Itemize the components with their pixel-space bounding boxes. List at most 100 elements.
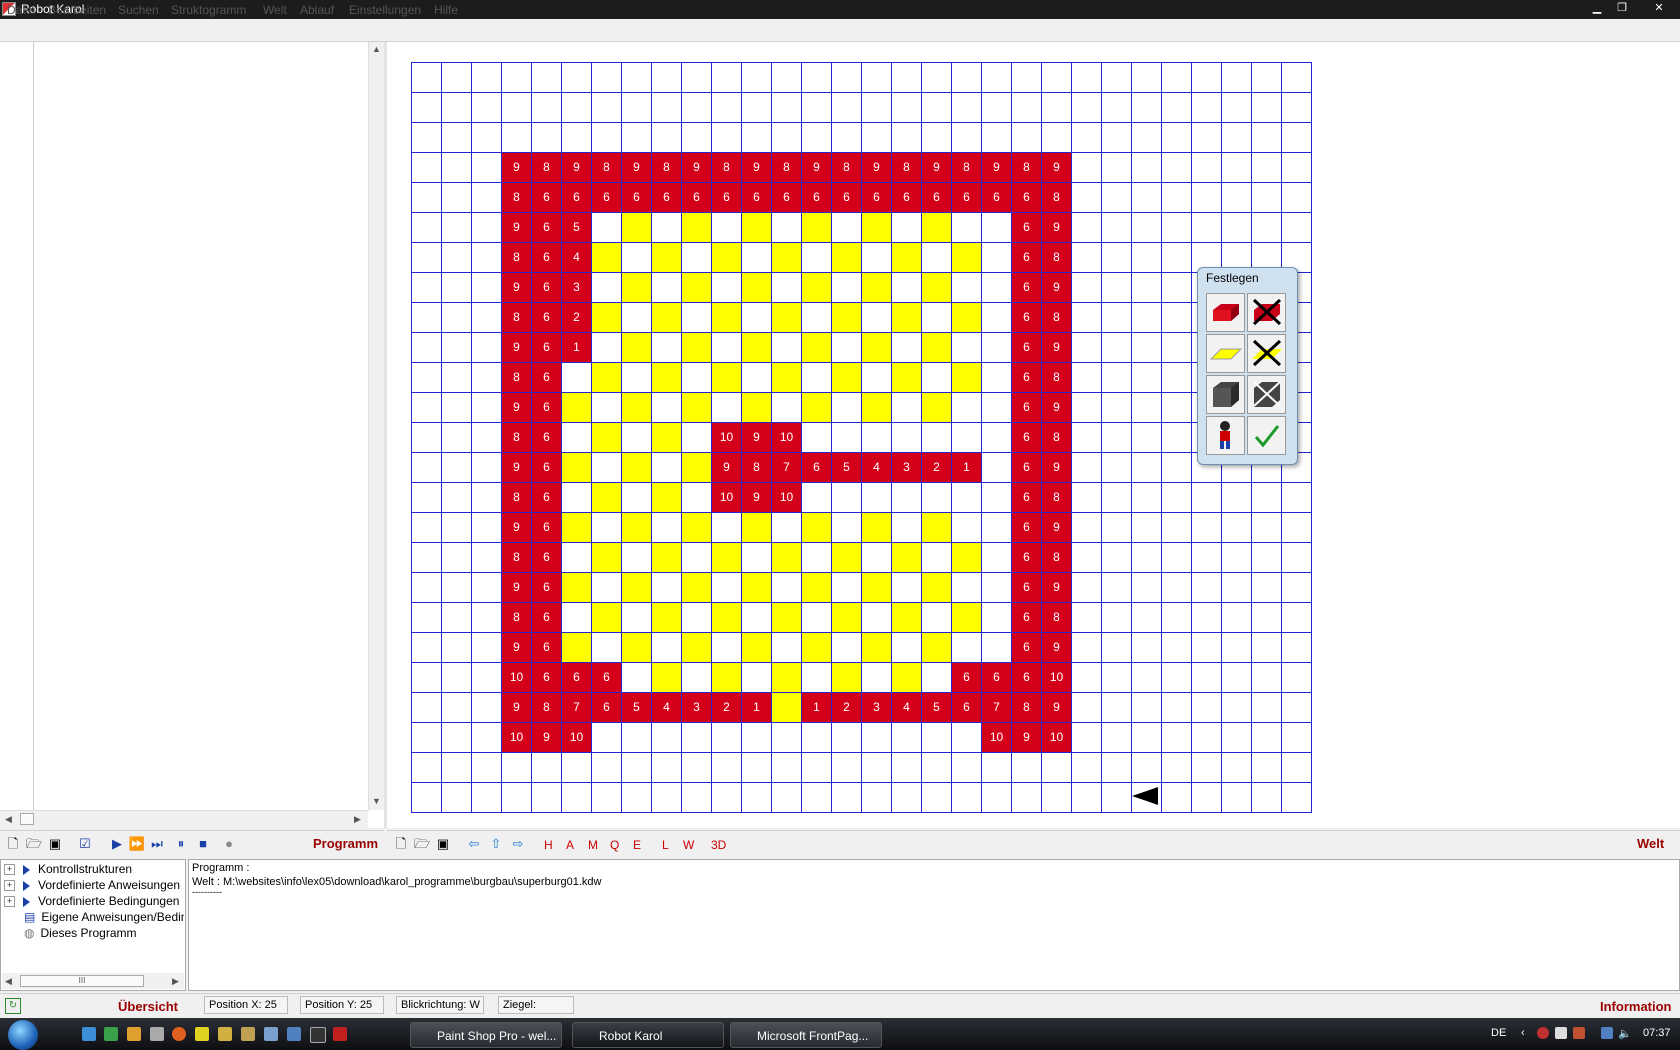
expand-icon[interactable]: + [4, 880, 15, 892]
close-button[interactable]: ✕ [1644, 1, 1674, 15]
expand-icon[interactable]: + [4, 896, 15, 908]
command-q-button[interactable]: Q [610, 838, 619, 852]
robot-icon[interactable] [1206, 416, 1245, 455]
scroll-right-arrow-icon[interactable]: ▶ [354, 814, 361, 825]
network-icon[interactable] [1601, 1027, 1613, 1039]
editor-vertical-scrollbar[interactable]: ▲ ▼ [368, 42, 384, 810]
mark-cell [592, 363, 622, 393]
command-m-button[interactable]: M [588, 838, 598, 852]
scroll-left-arrow-icon[interactable]: ◀ [5, 814, 12, 825]
editor-horizontal-scrollbar[interactable]: ◀ ▶ [0, 810, 368, 828]
grid-cell [1252, 663, 1282, 693]
menu-datei[interactable]: Datei [7, 3, 35, 17]
quicklaunch-doc-icon[interactable] [264, 1027, 278, 1041]
tree-item-kontrollstrukturen[interactable]: + Kontrollstrukturen [4, 862, 132, 878]
minimize-button[interactable]: ▁ [1585, 1, 1609, 15]
grid-cell [712, 273, 742, 303]
command-l-button[interactable]: L [662, 838, 669, 852]
expand-icon[interactable]: + [4, 864, 15, 876]
start-button-icon[interactable] [8, 1020, 38, 1050]
tree-item-vordefinierte-bedingungen[interactable]: + Vordefinierte Bedingungen [4, 894, 179, 910]
check-program-icon[interactable]: ☑ [76, 835, 94, 853]
console-icon[interactable] [310, 1027, 326, 1043]
menu-welt[interactable]: Welt [263, 3, 287, 17]
turn-left-icon[interactable]: ⇦ [465, 835, 483, 853]
pause-icon[interactable]: ⏸ [172, 835, 190, 853]
open-world-icon[interactable]: 🗁 [413, 835, 431, 853]
save-disk-icon[interactable]: ▣ [46, 835, 64, 853]
refresh-icon[interactable]: ↻ [5, 998, 21, 1014]
tray-expand-icon[interactable]: ‹ [1521, 1027, 1525, 1039]
firefox-icon[interactable] [172, 1027, 186, 1041]
quicklaunch-app-icon[interactable] [104, 1027, 118, 1041]
grid-cell [562, 603, 592, 633]
open-folder-icon[interactable]: 🗁 [25, 835, 43, 853]
cube-icon[interactable] [1206, 375, 1245, 414]
menu-suchen[interactable]: Suchen [118, 3, 159, 17]
menu-ablauf[interactable]: Ablauf [300, 3, 334, 17]
world-grid[interactable]: 9898989898989898989866666666666666666896… [411, 62, 1312, 813]
paint-icon[interactable] [127, 1027, 141, 1041]
tree-item-vordefinierte-anweisungen[interactable]: + Vordefinierte Anweisungen [4, 878, 180, 894]
scroll-right-arrow-icon[interactable]: ▶ [172, 976, 179, 987]
tray-antivirus-icon[interactable] [1537, 1027, 1549, 1039]
mark-icon[interactable] [1206, 334, 1245, 373]
grid-cell [1162, 573, 1192, 603]
scroll-up-arrow-icon[interactable]: ▲ [372, 44, 381, 54]
fast-forward-icon[interactable]: ⏩ [128, 835, 146, 853]
information-label[interactable]: Information [1600, 999, 1672, 1014]
task-paint-shop-pro[interactable]: Paint Shop Pro - wel... [410, 1022, 562, 1048]
delete-brick-icon[interactable] [1247, 293, 1286, 332]
tree-item-eigene-anweisungen[interactable]: ▤ Eigene Anweisungen/Bedingungen [4, 910, 184, 926]
quicklaunch-tool-icon[interactable] [195, 1027, 209, 1041]
uebersicht-label[interactable]: Übersicht [118, 999, 178, 1014]
task-frontpage[interactable]: Microsoft FrontPag... [730, 1022, 882, 1048]
language-indicator[interactable]: DE [1491, 1027, 1506, 1039]
volume-icon[interactable]: 🔈 [1618, 1027, 1632, 1040]
task-robot-karol[interactable]: Robot Karol [572, 1022, 724, 1048]
new-world-icon[interactable]: 🗋 [392, 835, 410, 853]
step-icon[interactable]: ⏭ [148, 835, 166, 853]
code-edit-area[interactable] [34, 42, 368, 810]
save-world-icon[interactable]: ▣ [434, 835, 452, 853]
editor-scroll-thumb[interactable] [20, 813, 34, 825]
grid-cell [1192, 693, 1222, 723]
grid-cell [922, 423, 952, 453]
clock[interactable]: 07:37 [1643, 1027, 1671, 1039]
delete-mark-icon[interactable] [1247, 334, 1286, 373]
maximize-button[interactable]: ❐ [1610, 1, 1634, 15]
scroll-down-arrow-icon[interactable]: ▼ [372, 796, 381, 806]
tree-scroll-thumb[interactable]: III [20, 975, 144, 987]
new-file-icon[interactable]: 🗋 [4, 835, 22, 853]
command-h-button[interactable]: H [544, 838, 553, 852]
grid-cell [922, 723, 952, 753]
turn-right-icon[interactable]: ⇨ [509, 835, 527, 853]
run-icon[interactable]: ▶ [108, 835, 126, 853]
menu-bearbeiten[interactable]: Bearbeiten [48, 3, 106, 17]
tray-close-icon[interactable] [1555, 1027, 1567, 1039]
command-w-button[interactable]: W [683, 838, 694, 852]
grid-cell [952, 213, 982, 243]
computer-icon[interactable] [287, 1027, 301, 1041]
menu-einstellungen[interactable]: Einstellungen [349, 3, 421, 17]
command-e-button[interactable]: E [633, 838, 641, 852]
step-forward-icon[interactable]: ⇧ [487, 835, 505, 853]
view-3d-button[interactable]: 3D [711, 838, 726, 852]
stop-icon[interactable]: ■ [194, 835, 212, 853]
tray-app-icon[interactable] [1573, 1027, 1585, 1039]
scroll-left-arrow-icon[interactable]: ◀ [5, 976, 12, 987]
quicklaunch-pen-icon[interactable] [218, 1027, 232, 1041]
brick-icon[interactable] [1206, 293, 1245, 332]
menu-hilfe[interactable]: Hilfe [434, 3, 458, 17]
confirm-check-icon[interactable] [1247, 416, 1286, 455]
robot-karol-quicklaunch-icon[interactable] [333, 1027, 347, 1041]
explorer-icon[interactable] [150, 1027, 164, 1041]
menu-struktogramm[interactable]: Struktogramm [171, 3, 246, 17]
record-icon[interactable]: ● [220, 835, 238, 853]
delete-cube-icon[interactable] [1247, 375, 1286, 414]
show-desktop-icon[interactable] [82, 1027, 96, 1041]
command-a-button[interactable]: A [566, 838, 574, 852]
brick-cell: 9 [502, 693, 532, 723]
tree-item-dieses-programm[interactable]: ◍ Dieses Programm [4, 926, 137, 942]
quicklaunch-edit-icon[interactable] [241, 1027, 255, 1041]
